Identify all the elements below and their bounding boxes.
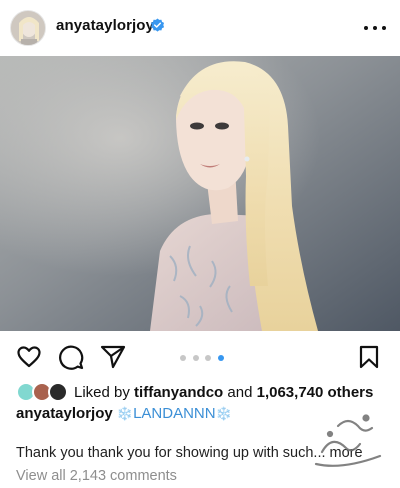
caption-text[interactable]: LANDANNN [133, 405, 216, 422]
watermark-logo [314, 414, 382, 467]
likes-count[interactable]: 1,063,740 others [257, 384, 374, 401]
send-icon[interactable] [100, 344, 126, 370]
likes-row: Liked by tiffanyandco and 1,063,740 othe… [0, 380, 400, 404]
carousel-indicator [180, 355, 224, 361]
caption: anyataylorjoy ❄️LANDANNN❄️ [16, 405, 232, 422]
liked-by-avatars [16, 382, 70, 402]
post-photo[interactable] [0, 56, 400, 331]
more-options-icon[interactable] [364, 18, 386, 38]
carousel-dot [205, 355, 212, 361]
avatar[interactable] [48, 382, 68, 402]
liked-by-user[interactable]: tiffanyandco [134, 384, 223, 401]
snowflake-icon: ❄️ [116, 406, 134, 421]
carousel-dot-active [217, 355, 224, 361]
verified-badge-icon [150, 18, 165, 32]
likes-prefix: Liked by [74, 384, 135, 401]
carousel-dot [180, 355, 186, 361]
instagram-post: anyataylorjoy Liked by tiffanyandco and … [0, 0, 400, 488]
view-all-comments-link[interactable]: View all 2,143 comments [16, 468, 177, 484]
caption-username[interactable]: anyataylorjoy [16, 405, 113, 422]
likes-text: Liked by tiffanyandco and 1,063,740 othe… [74, 384, 373, 401]
heart-icon[interactable] [16, 344, 42, 370]
post-header: anyataylorjoy [0, 0, 400, 56]
snowflake-icon: ❄️ [215, 406, 232, 421]
comment-icon[interactable] [58, 344, 84, 370]
bookmark-icon[interactable] [356, 344, 382, 370]
avatar[interactable] [10, 10, 46, 46]
post-username[interactable]: anyataylorjoy [56, 17, 154, 34]
post-actions [0, 334, 400, 378]
likes-middle: and [223, 384, 257, 401]
carousel-dot [192, 355, 199, 361]
